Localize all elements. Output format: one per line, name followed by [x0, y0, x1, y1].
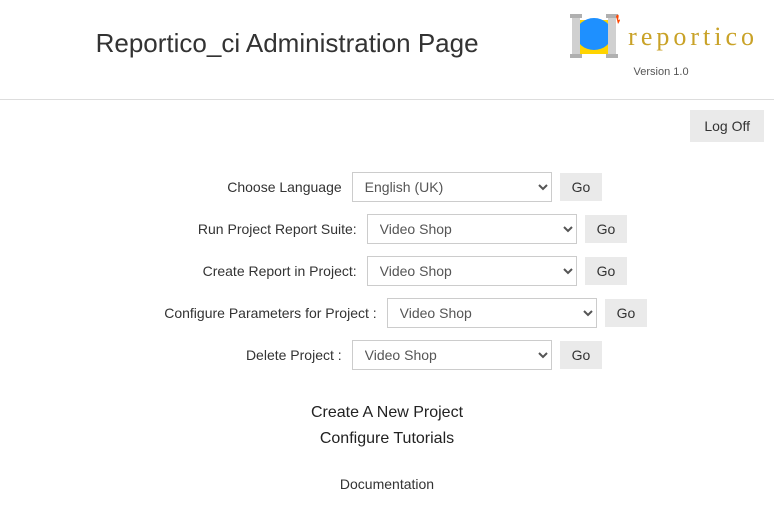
delete-project-label: Delete Project :: [172, 347, 352, 363]
configure-params-label: Configure Parameters for Project :: [127, 305, 387, 321]
row-create-report: Create Report in Project: Video Shop Go: [40, 256, 734, 286]
title-wrap: Reportico_ci Administration Page: [10, 10, 564, 59]
logoff-button[interactable]: Log Off: [690, 110, 764, 142]
row-configure-params: Configure Parameters for Project : Video…: [40, 298, 734, 328]
language-go-button[interactable]: Go: [560, 173, 603, 201]
links-section: Create A New Project Configure Tutorials…: [40, 382, 734, 492]
page-title: Reportico_ci Administration Page: [10, 28, 564, 59]
run-suite-select[interactable]: Video Shop: [367, 214, 577, 244]
language-select[interactable]: English (UK): [352, 172, 552, 202]
run-suite-go-button[interactable]: Go: [585, 215, 628, 243]
logo-wrap: reportico Version 1.0: [564, 10, 764, 78]
row-run-suite: Run Project Report Suite: Video Shop Go: [40, 214, 734, 244]
logoff-bar: Log Off: [0, 100, 774, 142]
configure-tutorials-link[interactable]: Configure Tutorials: [40, 430, 734, 448]
row-language: Choose Language English (UK) Go: [40, 172, 734, 202]
create-new-project-link[interactable]: Create A New Project: [40, 404, 734, 422]
row-delete-project: Delete Project : Video Shop Go: [40, 340, 734, 370]
header: Reportico_ci Administration Page reporti…: [0, 0, 774, 100]
logo-text: reportico: [628, 22, 758, 52]
language-label: Choose Language: [172, 179, 352, 195]
create-report-go-button[interactable]: Go: [585, 257, 628, 285]
delete-project-select[interactable]: Video Shop: [352, 340, 552, 370]
configure-params-select[interactable]: Video Shop: [387, 298, 597, 328]
configure-params-go-button[interactable]: Go: [605, 299, 648, 327]
create-report-label: Create Report in Project:: [147, 263, 367, 279]
logo: reportico: [564, 10, 758, 64]
create-report-select[interactable]: Video Shop: [367, 256, 577, 286]
documentation-link[interactable]: Documentation: [40, 476, 734, 492]
form-area: Choose Language English (UK) Go Run Proj…: [0, 142, 774, 492]
delete-project-go-button[interactable]: Go: [560, 341, 603, 369]
run-suite-label: Run Project Report Suite:: [147, 221, 367, 237]
pillar-icon: [564, 10, 624, 64]
version-label: Version 1.0: [634, 66, 689, 78]
